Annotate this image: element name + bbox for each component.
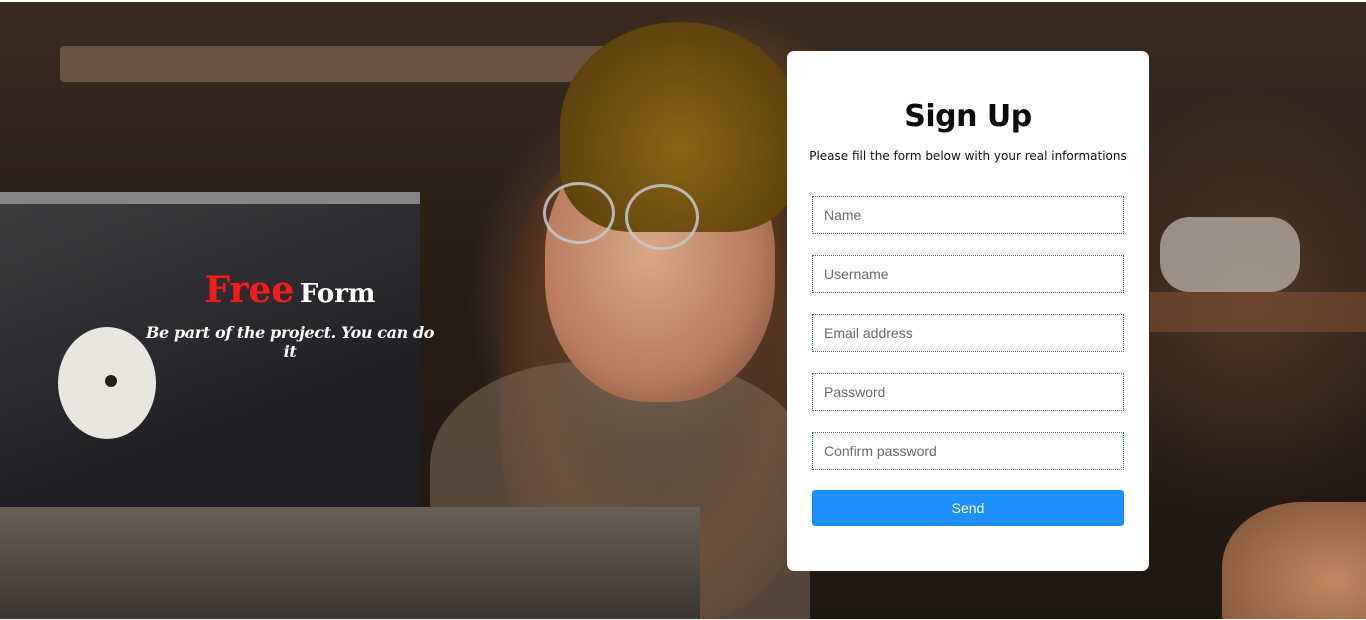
brand-title: Free Form bbox=[140, 270, 440, 317]
name-field[interactable] bbox=[812, 196, 1124, 234]
signup-card: Sign Up Please fill the form below with … bbox=[787, 51, 1149, 571]
form-subtitle: Please fill the form below with your rea… bbox=[809, 149, 1127, 163]
arm-decoration bbox=[1222, 502, 1366, 619]
brand-tagline: Be part of the project. You can do it bbox=[145, 323, 435, 361]
confirm-password-field[interactable] bbox=[812, 432, 1124, 470]
email-field[interactable] bbox=[812, 314, 1124, 352]
glasses-right-lens bbox=[625, 184, 699, 250]
counter-decoration bbox=[0, 507, 700, 619]
username-field[interactable] bbox=[812, 255, 1124, 293]
brand-word-main: Form bbox=[299, 279, 376, 309]
brand-block: Free Form Be part of the project. You ca… bbox=[140, 270, 440, 361]
send-button[interactable]: Send bbox=[812, 490, 1124, 526]
glasses-left-lens bbox=[543, 182, 615, 244]
sticker-dot-decoration bbox=[105, 375, 117, 387]
form-title-wrap: Sign Up bbox=[787, 99, 1149, 134]
password-field[interactable] bbox=[812, 373, 1124, 411]
shelf-decoration-right bbox=[1150, 292, 1366, 332]
form-title: Sign Up bbox=[904, 99, 1032, 134]
brand-word-accent: Free bbox=[204, 269, 295, 311]
cups-decoration bbox=[1160, 217, 1300, 292]
